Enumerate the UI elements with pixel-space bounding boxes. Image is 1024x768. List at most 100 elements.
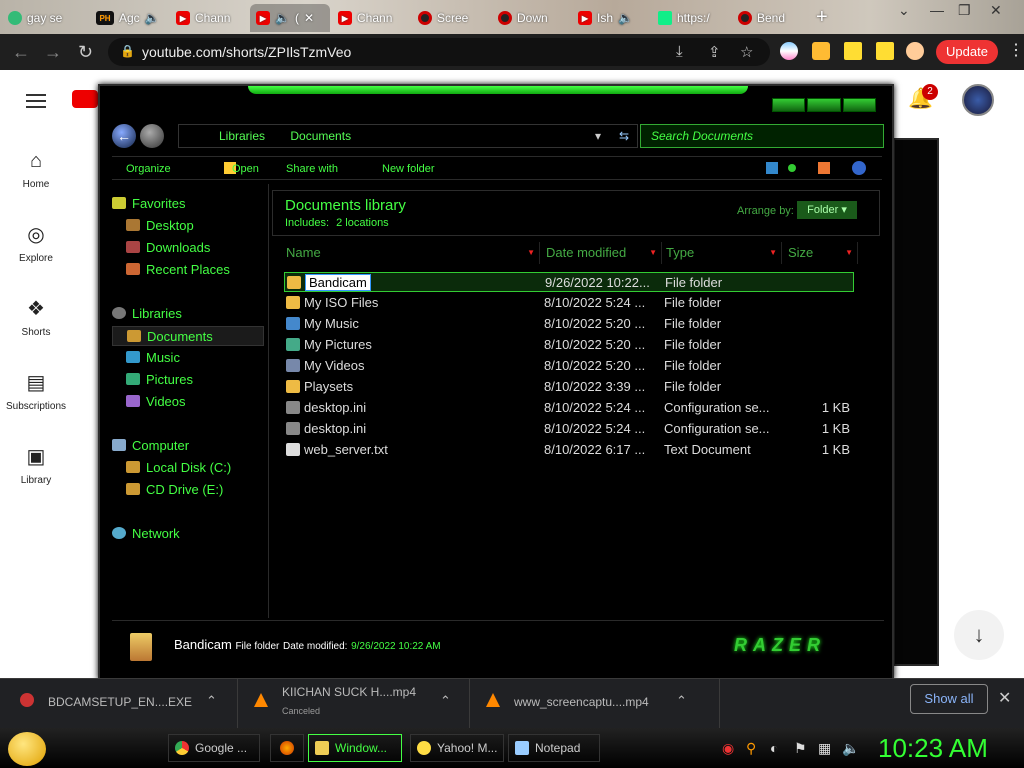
- update-button[interactable]: Update: [936, 40, 998, 64]
- search-tray-icon[interactable]: ⚲: [746, 740, 756, 757]
- download-item[interactable]: www_screencaptu....mp4 ⌃: [470, 679, 720, 729]
- side-panel-icon[interactable]: [876, 42, 894, 60]
- nav-cd-drive[interactable]: CD Drive (E:): [126, 480, 223, 500]
- nav-computer[interactable]: Computer: [112, 436, 189, 456]
- organize-button[interactable]: Organize: [126, 163, 171, 175]
- puzzle-icon[interactable]: [812, 42, 830, 60]
- browser-tab[interactable]: https:/: [652, 4, 732, 32]
- view-dropdown-icon[interactable]: [788, 164, 796, 172]
- column-header-type[interactable]: Type ▼: [662, 242, 782, 264]
- clock[interactable]: 10:23 AM: [878, 733, 988, 764]
- nav-explore[interactable]: ◎ Explore: [0, 222, 72, 264]
- new-folder-button[interactable]: New folder: [382, 163, 435, 175]
- extension-icon[interactable]: [780, 42, 798, 60]
- preview-pane-icon[interactable]: [818, 162, 830, 174]
- browser-tab[interactable]: Down: [492, 4, 572, 32]
- file-row[interactable]: Bandicam 9/26/2022 10:22... File folder: [284, 272, 854, 292]
- nav-desktop[interactable]: Desktop: [126, 216, 194, 236]
- includes-locations-link[interactable]: 2 locations: [336, 217, 389, 229]
- column-header-name[interactable]: Name ▼: [272, 242, 540, 264]
- record-tray-icon[interactable]: ◉: [722, 740, 734, 757]
- nav-library[interactable]: ▣ Library: [0, 444, 72, 486]
- minimize-icon[interactable]: —: [930, 2, 944, 18]
- nav-shorts[interactable]: ❖ Shorts: [0, 296, 72, 338]
- network-tray-icon[interactable]: ▦: [818, 740, 831, 757]
- close-button[interactable]: [842, 98, 876, 112]
- refresh-icon[interactable]: ⇆: [619, 125, 629, 147]
- pane-divider[interactable]: [268, 184, 269, 618]
- download-item[interactable]: KIICHAN SUCK H....mp4 Canceled ⌃: [238, 679, 470, 729]
- media-control-icon[interactable]: [844, 42, 862, 60]
- browser-tab[interactable]: ▶ Chann: [170, 4, 250, 32]
- nav-favorites[interactable]: Favorites: [112, 194, 185, 214]
- nav-local-disk[interactable]: Local Disk (C:): [126, 458, 231, 478]
- background-explorer-window[interactable]: [893, 138, 939, 666]
- reload-icon[interactable]: ↻: [78, 42, 93, 63]
- close-window-icon[interactable]: ✕: [990, 2, 1002, 19]
- breadcrumb[interactable]: Libraries Documents ▾ ⇆: [178, 124, 638, 148]
- nav-documents[interactable]: Documents: [112, 326, 264, 346]
- browser-tab[interactable]: ▶ Chann: [332, 4, 412, 32]
- browser-tab[interactable]: Bend: [732, 4, 812, 32]
- nav-recent-places[interactable]: Recent Places: [126, 260, 230, 280]
- star-icon[interactable]: ☆: [740, 43, 753, 61]
- file-row[interactable]: My Music 8/10/2022 5:20 ... File folder: [284, 314, 854, 334]
- minimize-button[interactable]: [772, 98, 806, 112]
- taskbar-item-yahoo[interactable]: Yahoo! M...: [410, 734, 504, 762]
- file-row[interactable]: desktop.ini 8/10/2022 5:24 ... Configura…: [284, 419, 854, 439]
- file-row[interactable]: Playsets 8/10/2022 3:39 ... File folder: [284, 377, 854, 397]
- youtube-logo[interactable]: [72, 90, 98, 108]
- rename-input[interactable]: Bandicam: [305, 274, 371, 291]
- install-icon[interactable]: ⤓: [676, 43, 683, 60]
- nav-libraries[interactable]: Libraries: [112, 304, 182, 324]
- taskbar-item-notepad[interactable]: Notepad: [508, 734, 600, 762]
- new-tab-icon[interactable]: +: [816, 6, 828, 29]
- open-button[interactable]: Open: [232, 163, 259, 175]
- taskbar-item-firefox[interactable]: [270, 734, 304, 762]
- account-avatar[interactable]: [962, 84, 994, 116]
- chevron-up-icon[interactable]: ⌃: [676, 693, 687, 709]
- forward-button[interactable]: [140, 124, 164, 148]
- browser-tab-active[interactable]: ▶ 🔈(✕: [250, 4, 330, 32]
- chevron-up-icon[interactable]: ⌃: [440, 693, 451, 709]
- close-tab-icon[interactable]: ✕: [304, 11, 314, 25]
- browser-tab[interactable]: ▶ Ish 🔈: [572, 4, 652, 32]
- url-field[interactable]: 🔒 youtube.com/shorts/ZPIlsTzmVeo ⤓ ⇪ ☆: [108, 38, 770, 66]
- nav-music[interactable]: Music: [126, 348, 180, 368]
- back-icon[interactable]: ←: [12, 42, 30, 63]
- share-icon[interactable]: ⇪: [708, 43, 721, 61]
- help-icon[interactable]: [852, 161, 866, 175]
- browser-tab[interactable]: PH Agc 🔈: [90, 4, 170, 32]
- taskbar-item-chrome[interactable]: Google ...: [168, 734, 260, 762]
- view-options-icon[interactable]: [766, 162, 778, 174]
- search-input[interactable]: Search Documents: [640, 124, 884, 148]
- nav-pictures[interactable]: Pictures: [126, 370, 193, 390]
- breadcrumb-libraries[interactable]: Libraries: [219, 129, 265, 143]
- arrange-by-dropdown[interactable]: Folder ▾: [797, 201, 857, 219]
- file-row[interactable]: desktop.ini 8/10/2022 5:24 ... Configura…: [284, 398, 854, 418]
- show-all-button[interactable]: Show all: [910, 684, 988, 714]
- breadcrumb-documents[interactable]: Documents: [290, 129, 351, 143]
- browser-tab[interactable]: Scree: [412, 4, 492, 32]
- download-item[interactable]: BDCAMSETUP_EN....EXE ⌃: [0, 679, 238, 729]
- chevron-up-icon[interactable]: ⌃: [206, 693, 217, 709]
- nav-subscriptions[interactable]: ▤ Subscriptions: [0, 370, 72, 412]
- flag-icon[interactable]: ⚑: [794, 740, 807, 757]
- file-row[interactable]: My Videos 8/10/2022 5:20 ... File folder: [284, 356, 854, 376]
- tray-icon[interactable]: ◐: [770, 740, 778, 756]
- restore-icon[interactable]: ❐: [958, 2, 971, 19]
- nav-downloads[interactable]: Downloads: [126, 238, 210, 258]
- browser-tab[interactable]: gay se: [2, 4, 82, 32]
- nav-home[interactable]: ⌂ Home: [0, 150, 72, 190]
- nav-videos[interactable]: Videos: [126, 392, 186, 412]
- start-button[interactable]: [8, 732, 46, 766]
- close-downloads-icon[interactable]: ✕: [998, 688, 1011, 708]
- menu-kebab-icon[interactable]: ⋮: [1008, 40, 1024, 60]
- file-row[interactable]: My ISO Files 8/10/2022 5:24 ... File fol…: [284, 293, 854, 313]
- maximize-button[interactable]: [807, 98, 841, 112]
- file-row[interactable]: My Pictures 8/10/2022 5:20 ... File fold…: [284, 335, 854, 355]
- volume-icon[interactable]: 🔈: [842, 740, 859, 757]
- column-header-date[interactable]: Date modified ▼: [540, 242, 662, 264]
- back-button[interactable]: ←: [112, 124, 136, 148]
- profile-avatar[interactable]: [906, 42, 924, 60]
